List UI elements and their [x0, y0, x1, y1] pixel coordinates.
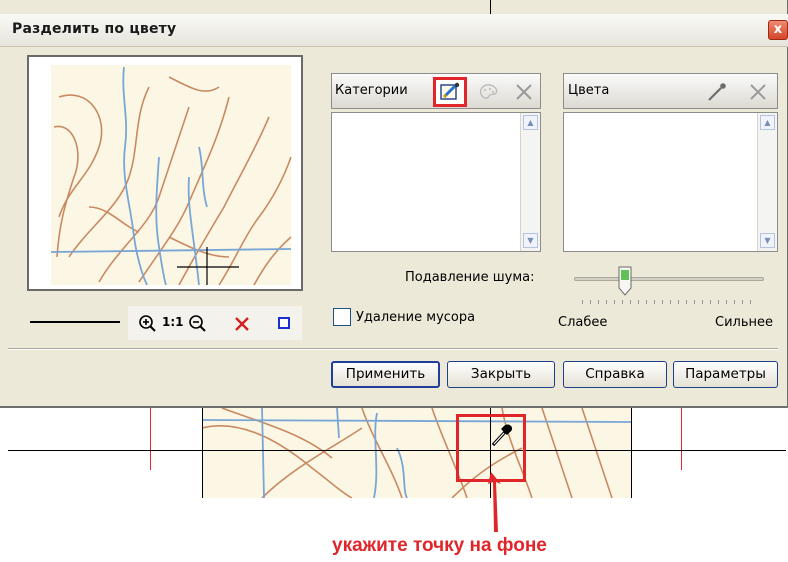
dialog-title: Разделить по цвету [12, 21, 177, 37]
delete-category-button[interactable] [514, 82, 534, 102]
noise-slider-track[interactable] [574, 277, 764, 281]
close-window-button[interactable]: x [768, 20, 788, 40]
left-red-guide [150, 408, 151, 470]
slider-tick [702, 300, 703, 304]
slider-tick [718, 300, 719, 304]
delete-x-icon [516, 84, 532, 100]
categories-list[interactable]: ▲ ▼ [331, 112, 541, 252]
add-category-pick-button[interactable] [433, 77, 467, 107]
slider-tick [614, 300, 615, 304]
slider-tick [670, 300, 671, 304]
separator-line-highlight [8, 349, 778, 350]
delete-x-icon [750, 84, 766, 100]
hint-arrow [482, 470, 506, 534]
categories-scrollbar[interactable]: ▲ ▼ [520, 113, 540, 251]
reset-view-button[interactable] [232, 314, 252, 334]
red-x-icon [235, 317, 249, 331]
slider-thumb-shape [618, 266, 632, 296]
crosshair-vertical-top [490, 0, 491, 14]
line-thickness-indicator [30, 321, 120, 323]
slider-tick [622, 300, 623, 304]
slider-tick [598, 300, 599, 304]
scroll-up-icon[interactable]: ▲ [760, 115, 775, 130]
red-arrow-icon [488, 472, 501, 532]
zoom-in-button[interactable] [138, 314, 158, 334]
slider-tick [734, 300, 735, 304]
garbage-removal-label: Удаление мусора [356, 310, 476, 325]
zoom-out-button[interactable] [188, 314, 208, 334]
right-red-guide [681, 408, 682, 470]
eyedropper-cursor-icon [491, 424, 513, 447]
title-bar[interactable]: Разделить по цвету x [0, 14, 788, 47]
split-by-color-dialog: Разделить по цвету x 1:1 Категории ▲ ▼ Ц… [0, 0, 788, 408]
slider-tick [750, 300, 751, 304]
canvas-right-edge [631, 408, 632, 498]
crosshair-horizontal [8, 450, 786, 451]
palette-button[interactable] [477, 82, 499, 102]
map-fragment-image [29, 57, 301, 289]
noise-suppression-label: Подавление шума: [405, 270, 535, 285]
slider-tick [686, 300, 687, 304]
canvas-left-edge [202, 408, 203, 498]
noise-slider-thumb[interactable] [618, 266, 632, 296]
garbage-removal-checkbox[interactable] [333, 308, 351, 326]
palette-icon [479, 84, 498, 99]
slider-tick [694, 300, 695, 304]
delete-color-button[interactable] [748, 82, 768, 102]
colors-scrollbar[interactable]: ▲ ▼ [757, 113, 777, 251]
scroll-down-icon[interactable]: ▼ [523, 233, 538, 248]
zoom-in-icon [139, 315, 156, 332]
hint-text: укажите точку на фоне [332, 535, 547, 556]
eyedropper-cursor [490, 422, 514, 448]
close-icon: x [773, 22, 783, 37]
slider-ticks [582, 300, 758, 306]
slider-tick [726, 300, 727, 304]
colors-label: Цвета [568, 83, 610, 98]
map-canvas-fragment[interactable] [202, 408, 632, 498]
parameters-button[interactable]: Параметры [673, 361, 778, 388]
stronger-label: Сильнее [715, 315, 773, 330]
pencil-eyedropper-icon [440, 82, 460, 100]
categories-label: Категории [335, 83, 408, 98]
slider-tick [582, 300, 583, 304]
image-preview[interactable] [27, 55, 303, 291]
help-button[interactable]: Справка [563, 361, 667, 388]
zoom-one-to-one-button[interactable]: 1:1 [162, 315, 184, 329]
slider-tick [678, 300, 679, 304]
slider-tick [710, 300, 711, 304]
scroll-down-icon[interactable]: ▼ [760, 233, 775, 248]
slider-tick [654, 300, 655, 304]
colors-header: Цвета [563, 73, 778, 109]
map-canvas-image [202, 408, 632, 498]
slider-tick [662, 300, 663, 304]
slider-tick [606, 300, 607, 304]
close-button[interactable]: Закрыть [447, 361, 555, 388]
zoom-out-icon [189, 315, 206, 332]
slider-tick [630, 300, 631, 304]
scroll-up-icon[interactable]: ▲ [523, 115, 538, 130]
slider-tick [646, 300, 647, 304]
zoom-toolbar: 1:1 [128, 306, 302, 340]
fit-window-button[interactable] [278, 317, 290, 329]
slider-tick [742, 300, 743, 304]
eyedropper-icon [708, 83, 726, 101]
pick-color-button[interactable] [706, 82, 728, 102]
colors-list[interactable]: ▲ ▼ [563, 112, 778, 252]
slider-tick [590, 300, 591, 304]
categories-header: Категории [331, 73, 541, 109]
slider-tick [638, 300, 639, 304]
apply-button[interactable]: Применить [331, 361, 440, 388]
weaker-label: Слабее [558, 315, 608, 330]
